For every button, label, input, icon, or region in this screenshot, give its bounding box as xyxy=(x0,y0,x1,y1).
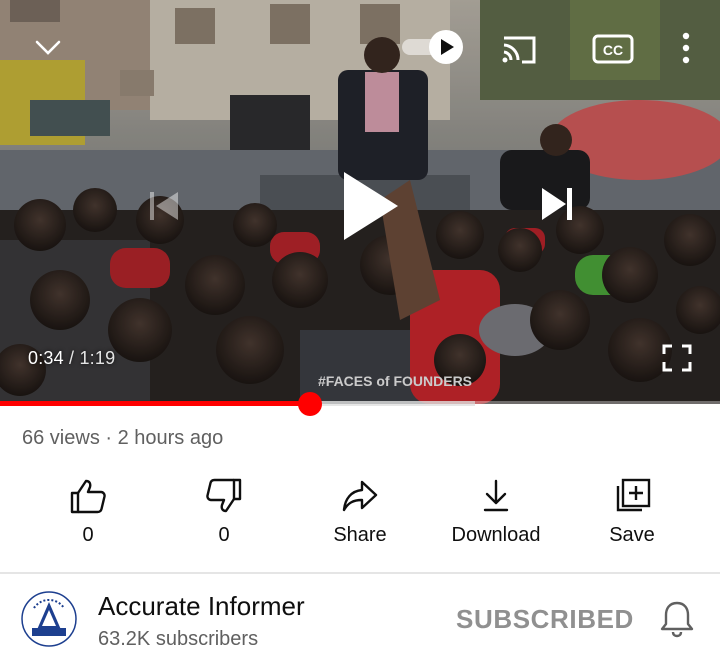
thumbs-down-icon xyxy=(206,478,242,513)
video-player[interactable]: #FACES of FOUNDERS CC 0:34 / 1:19 xyxy=(0,0,720,404)
thumbs-up-icon xyxy=(70,479,106,514)
share-icon xyxy=(342,480,378,512)
autoplay-toggle-icon xyxy=(402,30,463,64)
skip-previous-icon[interactable] xyxy=(140,182,188,230)
play-icon[interactable] xyxy=(332,166,404,246)
dislike-button[interactable]: 0 xyxy=(156,470,292,560)
save-label: Save xyxy=(609,524,655,546)
channel-avatar[interactable] xyxy=(20,590,78,648)
divider xyxy=(0,572,720,574)
action-bar: 0 0 Share Download Save xyxy=(0,470,720,570)
more-vert-icon[interactable] xyxy=(672,28,700,68)
skip-next-icon[interactable] xyxy=(532,180,580,228)
save-button[interactable]: Save xyxy=(564,470,700,560)
timecode: 0:34 / 1:19 xyxy=(28,348,115,369)
current-time: 0:34 xyxy=(28,348,64,368)
channel-logo xyxy=(20,590,78,648)
duration: / 1:19 xyxy=(69,348,116,368)
captions-button[interactable]: CC xyxy=(590,30,636,68)
channel-name[interactable]: Accurate Informer xyxy=(98,591,305,622)
dislike-count: 0 xyxy=(218,524,230,546)
cast-button[interactable] xyxy=(496,30,542,68)
fullscreen-icon[interactable] xyxy=(654,338,700,378)
autoplay-toggle[interactable] xyxy=(400,28,466,66)
cast-icon xyxy=(502,36,536,64)
add-to-playlist-icon xyxy=(616,478,651,512)
like-count: 0 xyxy=(82,524,94,546)
bell-icon[interactable] xyxy=(656,598,698,640)
progress-played xyxy=(0,401,310,406)
download-icon xyxy=(483,479,509,512)
chevron-down-icon[interactable] xyxy=(30,30,66,66)
share-label: Share xyxy=(333,524,387,546)
subscribed-button[interactable]: SUBSCRIBED xyxy=(456,604,634,635)
share-button[interactable]: Share xyxy=(292,470,428,560)
scrubber-handle[interactable] xyxy=(297,392,322,416)
progress-bar[interactable] xyxy=(0,392,720,416)
closed-captions-icon: CC xyxy=(592,34,634,64)
download-button[interactable]: Download xyxy=(428,470,564,560)
captions-label: CC xyxy=(603,42,623,58)
subscriber-count: 63.2K subscribers xyxy=(98,628,259,650)
views-and-time: 66 views · 2 hours ago xyxy=(22,427,224,449)
like-button[interactable]: 0 xyxy=(20,470,156,560)
download-label: Download xyxy=(451,524,541,546)
